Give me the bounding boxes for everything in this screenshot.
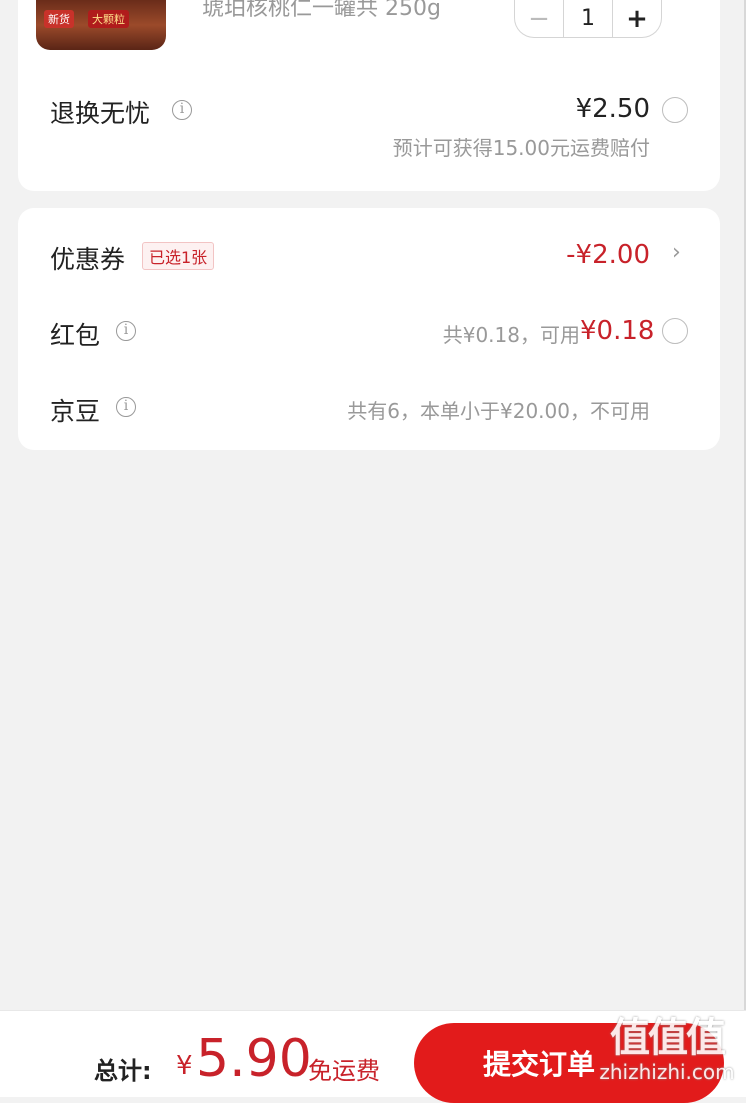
red-packet-radio[interactable] — [662, 318, 688, 344]
decrement-button[interactable]: − — [515, 0, 563, 37]
info-icon[interactable]: i — [116, 321, 136, 341]
watermark-text: zhizhizhi.com — [599, 1060, 735, 1084]
thumb-tag-large: 大颗粒 — [88, 10, 129, 28]
free-shipping-label: 免运费 — [308, 1057, 380, 1085]
coupon-selected-badge: 已选1张 — [142, 242, 215, 270]
watermark-logo: 值值值 — [610, 1015, 726, 1061]
increment-button[interactable]: + — [613, 0, 661, 37]
total-currency: ¥ — [176, 1051, 193, 1081]
site-watermark: 值值值 zhizhizhi.com — [592, 1016, 742, 1094]
jd-beans-label: 京豆 — [50, 397, 101, 426]
quantity-stepper: − 1 + — [514, 0, 662, 38]
thumb-tag-new: 新货 — [44, 10, 74, 28]
return-service-note: 预计可获得15.00元运费赔付 — [392, 136, 650, 160]
coupon-label[interactable]: 优惠券 — [50, 240, 125, 276]
red-packet-label: 红包 — [50, 321, 101, 350]
quantity-value[interactable]: 1 — [563, 0, 613, 37]
total-label: 总计: — [94, 1057, 152, 1085]
return-service-label: 退换无忧 — [50, 99, 151, 128]
return-service-price: ¥2.50 — [575, 94, 650, 124]
jd-beans-note: 共有6，本单小于¥20.00，不可用 — [347, 399, 650, 423]
product-name: 琥珀核桃仁一罐共 250g — [202, 0, 441, 21]
red-packet-summary: 共¥0.18，可用 — [442, 323, 580, 347]
red-packet-usable: ¥0.18 — [580, 316, 655, 346]
product-thumbnail[interactable]: 新货 大颗粒 — [36, 0, 166, 50]
total-amount: 5.90 — [196, 1029, 312, 1089]
return-service-radio[interactable] — [662, 97, 688, 123]
info-icon[interactable]: i — [116, 397, 136, 417]
chevron-right-icon[interactable]: › — [672, 240, 681, 265]
info-icon[interactable]: i — [172, 100, 192, 120]
coupon-amount[interactable]: -¥2.00 — [520, 240, 650, 270]
